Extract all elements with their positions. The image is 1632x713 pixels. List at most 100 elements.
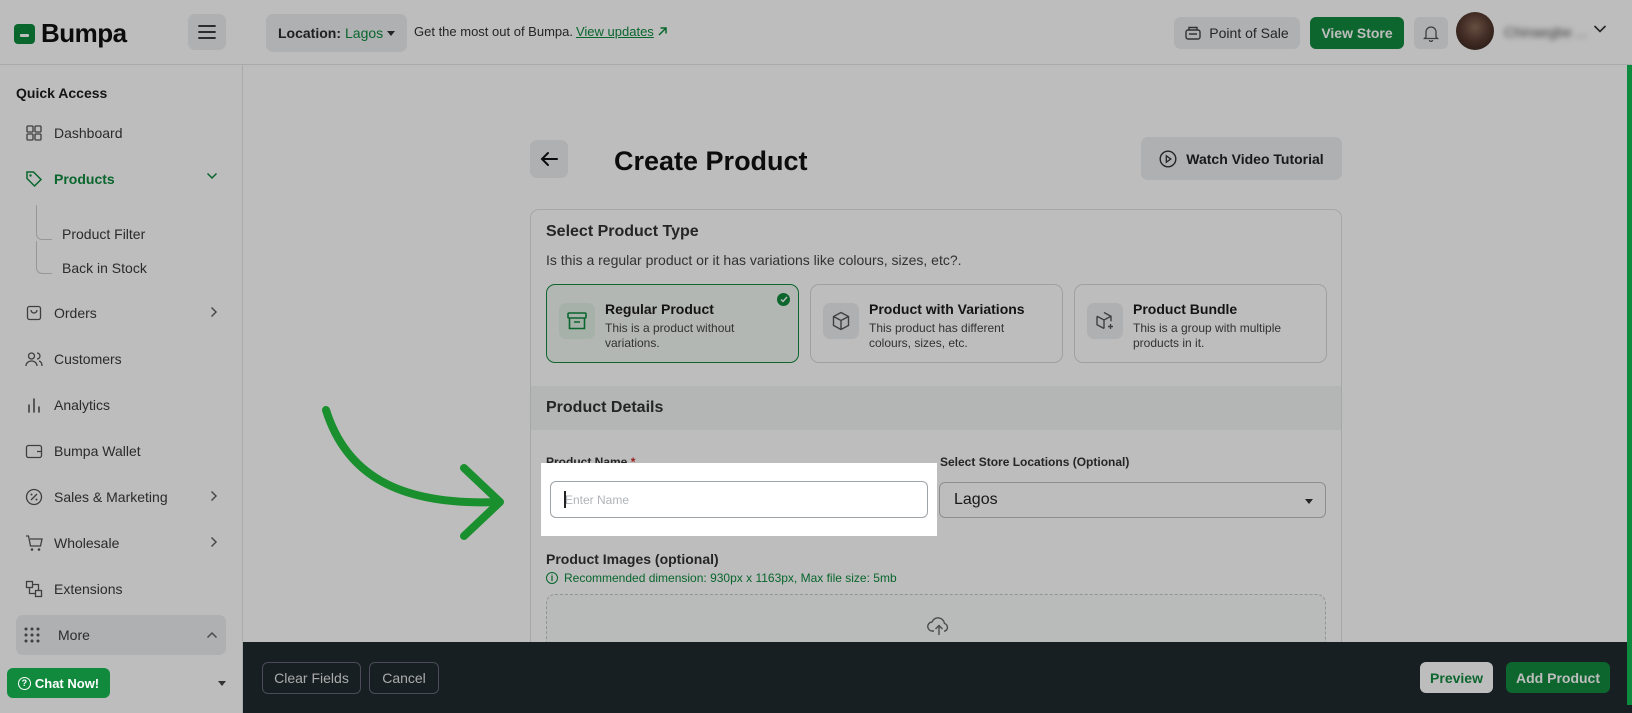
sidebar-item-more[interactable]: More [16,615,226,655]
cancel-button[interactable]: Cancel [369,662,439,694]
tag-icon [24,169,44,189]
notice-text: Get the most out of Bumpa. [414,24,573,39]
point-of-sale-button[interactable]: Point of Sale [1174,17,1300,49]
sidebar-item-label: Extensions [54,581,123,597]
view-store-button[interactable]: View Store [1310,17,1404,49]
sidebar-item-label: Products [54,171,115,187]
chat-now-button[interactable]: ? Chat Now! [7,668,110,698]
arrow-left-icon [540,152,558,166]
bell-icon [1423,26,1439,42]
product-images-label: Product Images (optional) [546,551,719,567]
product-type-regular[interactable]: Regular Product This is a product withou… [546,284,799,363]
users-icon [24,349,44,369]
watch-label: Watch Video Tutorial [1186,150,1324,167]
user-name[interactable]: Chinaegbe ... [1504,24,1587,40]
chevron-right-icon [210,536,218,548]
bag-icon [24,303,44,323]
sidebar-item-label: Wholesale [54,535,120,551]
page-title: Create Product [614,146,808,176]
sidebar-subitem-product-filter[interactable]: Product Filter [62,226,145,242]
sidebar-item-bumpa-wallet[interactable]: Bumpa Wallet [16,433,226,469]
product-images-hint: i Recommended dimension: 930px x 1163px,… [546,571,897,585]
product-type-variations[interactable]: Product with Variations This product has… [810,284,1063,363]
more-label: More [58,627,90,643]
sidebar-item-label: Bumpa Wallet [54,443,141,459]
pos-label: Point of Sale [1209,25,1289,41]
hamburger-icon [198,25,216,39]
percent-icon [24,487,44,507]
sidebar-item-wholesale[interactable]: Wholesale [16,525,226,561]
sidebar-item-customers[interactable]: Customers [16,341,226,377]
chevron-down-icon [206,172,218,180]
logo[interactable]: Bumpa [14,18,127,49]
sidebar-item-analytics[interactable]: Analytics [16,387,226,423]
menu-toggle-button[interactable] [188,14,226,50]
page-scrollbar[interactable] [1627,65,1632,705]
caret-down-icon [387,30,396,36]
tutorial-arrow-icon [322,406,504,540]
type-desc: This product has different colours, size… [869,321,1005,350]
caret-down-icon[interactable] [218,681,226,686]
chevron-up-icon [206,631,218,639]
bundle-box-icon [1087,303,1123,339]
pos-icon [1185,26,1201,40]
tree-connector [36,241,52,274]
view-updates-link[interactable]: View updates [576,24,654,39]
dots-grid-icon [24,627,44,643]
sidebar-item-products[interactable]: Products [16,161,226,197]
cart-icon [24,533,44,553]
sidebar-item-label: Analytics [54,397,111,413]
images-hint-text: Recommended dimension: 930px x 1163px, M… [564,571,897,585]
sidebar-item-dashboard[interactable]: Dashboard [16,115,226,151]
store-location-value: Lagos [954,491,998,508]
clear-fields-button[interactable]: Clear Fields [262,662,361,694]
cube-icon [823,303,859,339]
arrow-up-right-icon [658,27,667,36]
top-bar: Bumpa Location: Lagos Get the most out o… [0,0,1632,65]
product-details-title: Product Details [546,399,664,416]
type-title: Product with Variations [869,301,1025,317]
sidebar-subitem-back-in-stock[interactable]: Back in Stock [62,260,147,276]
sidebar-item-sales-marketing[interactable]: Sales & Marketing [16,479,226,515]
product-type-bundle[interactable]: Product Bundle This is a group with mult… [1074,284,1327,363]
chevron-right-icon [210,490,218,502]
product-type-description: Is this a regular product or it has vari… [546,252,962,268]
extension-icon [24,579,44,599]
avatar[interactable] [1456,12,1494,50]
sidebar: Quick Access Dashboard Products Product … [0,65,243,713]
notifications-button[interactable] [1414,17,1448,49]
caret-down-icon [1305,499,1313,504]
info-icon: i [546,572,558,584]
add-product-button[interactable]: Add Product [1506,662,1610,693]
product-name-input[interactable] [550,481,928,518]
updates-notice: Get the most out of Bumpa. View updates [414,24,668,39]
location-label: Location: [278,25,341,41]
store-locations-select[interactable]: Lagos [939,482,1326,518]
preview-button[interactable]: Preview [1420,662,1493,693]
bar-chart-icon [24,395,44,415]
back-button[interactable] [530,140,568,178]
quick-access-title: Quick Access [16,85,108,101]
store-locations-label: Select Store Locations (Optional) [940,455,1130,469]
chevron-down-icon[interactable] [1593,24,1607,34]
cloud-upload-icon [927,617,949,635]
sidebar-item-label: Customers [54,351,122,367]
location-selector[interactable]: Location: Lagos [266,14,408,52]
product-type-title: Select Product Type [546,223,699,240]
wallet-icon [24,441,44,461]
text-cursor [564,491,566,508]
type-desc: This is a product without variations. [605,321,735,350]
chat-label: Chat Now! [34,675,100,691]
sidebar-item-label: Dashboard [54,125,123,141]
sidebar-item-extensions[interactable]: Extensions [16,571,226,607]
grid-icon [24,123,44,143]
archive-box-icon [559,303,595,339]
check-circle-icon [777,293,790,306]
sidebar-item-label: Sales & Marketing [54,489,168,505]
sidebar-item-label: Orders [54,305,97,321]
chevron-right-icon [210,306,218,318]
sidebar-item-orders[interactable]: Orders [16,295,226,331]
watch-video-tutorial-button[interactable]: Watch Video Tutorial [1141,137,1342,180]
type-title: Product Bundle [1133,301,1238,317]
tree-connector [36,205,52,240]
